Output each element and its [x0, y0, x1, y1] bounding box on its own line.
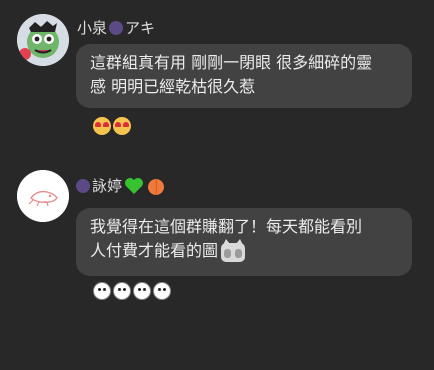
sender-name-text: 詠婷 — [92, 177, 123, 195]
purple-circle-icon — [76, 178, 90, 193]
heart-eyes-emoji-icon — [113, 117, 131, 135]
sender-avatar[interactable] — [17, 170, 69, 222]
avatar-illustration-icon — [17, 14, 69, 66]
message-bubble[interactable]: 我覺得在這個群賺翻了！每天都能看別 人付費才能看的圖 — [76, 208, 412, 276]
sender-avatar[interactable] — [17, 14, 69, 66]
reaction-bar[interactable] — [93, 117, 133, 135]
white-face-emoji-icon — [113, 282, 131, 300]
sender-name-text: 小泉 — [77, 19, 108, 37]
white-face-emoji-icon — [153, 282, 171, 300]
message-text-line: 人付費才能看的圖 — [90, 239, 400, 263]
shy-cat-sticker-icon — [221, 239, 246, 262]
white-face-emoji-icon — [133, 282, 151, 300]
green-heart-icon — [125, 177, 144, 194]
message-text-segment: 人付費才能看的圖 — [90, 241, 219, 260]
sender-name: 小泉 アキ — [77, 17, 155, 38]
heart-eyes-emoji-icon — [93, 117, 111, 135]
reaction-bar[interactable] — [93, 282, 173, 300]
sender-name: 詠婷 — [76, 175, 166, 196]
purple-circle-icon — [109, 20, 124, 35]
message-bubble[interactable]: 這群組真有用 剛剛一閉眼 很多細碎的靈 感 明明已經乾枯很久惹 — [76, 44, 412, 108]
message-text-line: 我覺得在這個群賺翻了！每天都能看別 — [90, 217, 363, 236]
message-1: 小泉 アキ 這群組真有用 剛剛一閉眼 很多細碎的靈 感 明明已經乾枯很久惹 — [0, 0, 434, 140]
message-2: 詠婷 我覺得在這個群賺翻了！每天都能看別 人付費才能看的圖 — [0, 140, 434, 370]
avatar-doodle-icon — [17, 170, 69, 222]
sender-name-suffix: アキ — [125, 19, 156, 37]
message-text-line: 感 明明已經乾枯很久惹 — [90, 77, 256, 96]
message-text-line: 這群組真有用 剛剛一閉眼 很多細碎的靈 — [90, 53, 373, 72]
white-face-emoji-icon — [93, 282, 111, 300]
peach-icon — [148, 178, 165, 195]
